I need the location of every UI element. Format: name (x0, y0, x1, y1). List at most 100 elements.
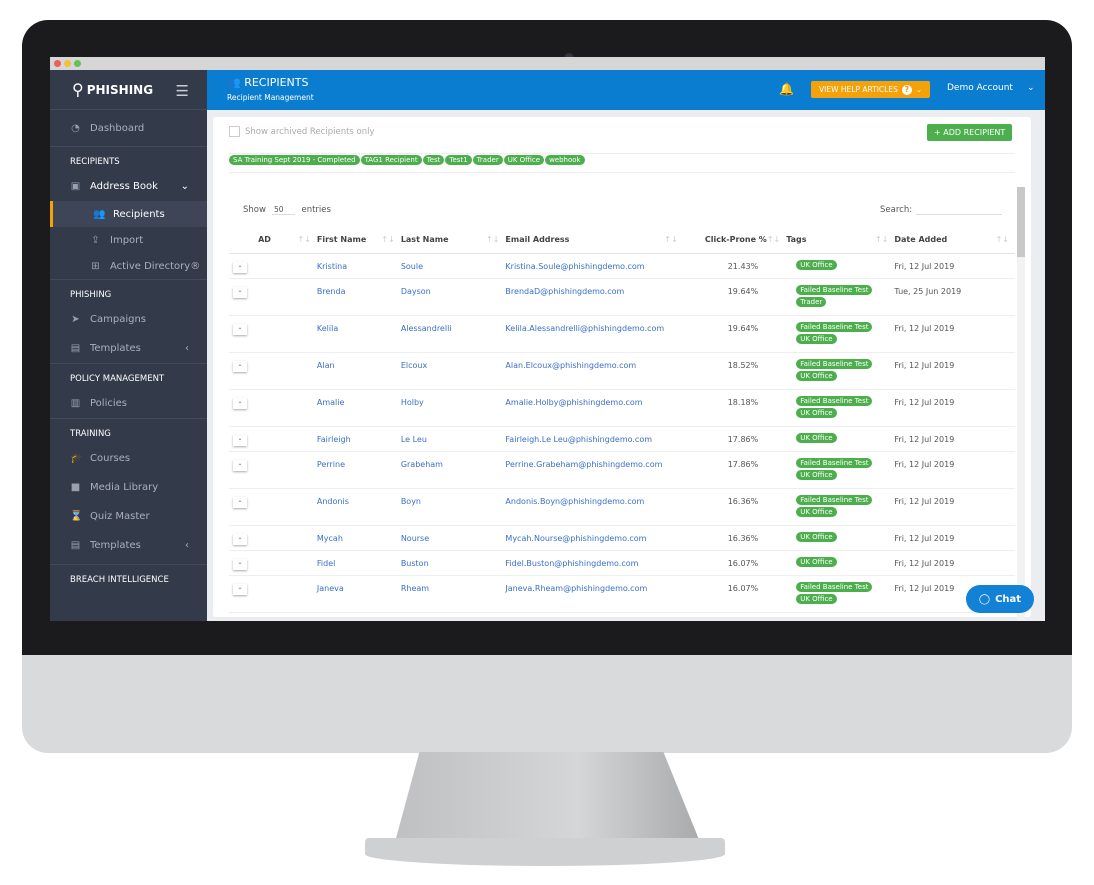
table-row[interactable]: ⌄ Mycah Nourse Mycah.Nourse@phishingdemo.co… (229, 525, 1015, 551)
first-name[interactable]: Kristina (316, 253, 401, 279)
table-row[interactable]: ⌄ Brenda Dayson BrendaD@phishingdemo.com 19.… (229, 278, 1015, 316)
sort-icon[interactable]: ↑↓ (664, 235, 677, 244)
sort-icon[interactable]: ↑↓ (875, 235, 888, 244)
expand-row-button[interactable]: ⌄ (233, 584, 247, 595)
last-name[interactable]: Dayson (400, 278, 506, 316)
email[interactable]: Alan.Elcoux@phishingdemo.com (505, 352, 684, 390)
email[interactable]: Mycah.Nourse@phishingdemo.com (505, 525, 684, 551)
tag-filter-list[interactable]: SA Training Sept 2019 - Completed TAG1 Re… (229, 153, 1015, 173)
scrollbar-thumb[interactable] (1017, 187, 1025, 257)
close-button[interactable] (54, 60, 61, 67)
first-name[interactable]: Mycah (316, 525, 401, 551)
email[interactable]: Fairleigh.Le Leu@phishingdemo.com (505, 426, 684, 452)
archived-checkbox[interactable]: Show archived Recipients only (229, 126, 375, 137)
scrollbar[interactable] (1017, 187, 1025, 621)
filter-tag[interactable]: UK Office (503, 155, 545, 165)
expand-row-button[interactable]: ⌄ (233, 435, 247, 446)
expand-row-button[interactable]: ⌄ (233, 324, 247, 335)
email[interactable]: Janeva.Rheam@phishingdemo.com (505, 575, 684, 613)
first-name[interactable]: Fidel (316, 550, 401, 576)
column-header[interactable]: Last Name ↑↓ (400, 227, 506, 254)
last-name[interactable]: Nourse (400, 525, 506, 551)
maximize-button[interactable] (74, 60, 81, 67)
sidebar-item-media-library[interactable]: ■ Media Library (50, 473, 207, 502)
last-name[interactable]: Elcoux (400, 352, 506, 390)
column-header[interactable]: First Name ↑↓ (316, 227, 401, 254)
sort-icon[interactable]: ↑↓ (996, 235, 1009, 244)
table-row[interactable]: ⌄ Perrine Grabeham Perrine.Grabeham@phishin… (229, 451, 1015, 489)
expand-row-button[interactable]: ⌄ (233, 497, 247, 508)
filter-tag[interactable]: webhook (545, 155, 585, 165)
sidebar-item-templates[interactable]: ▤ Templates ‹ (50, 334, 207, 363)
minimize-button[interactable] (64, 60, 71, 67)
table-row[interactable]: ⌄ Kristina Soule Kristina.Soule@phishingdem… (229, 253, 1015, 279)
last-name[interactable]: Buston (400, 550, 506, 576)
first-name[interactable]: Kelila (316, 315, 401, 353)
email[interactable]: Fidel.Buston@phishingdemo.com (505, 550, 684, 576)
column-header[interactable]: AD ↑↓ (258, 227, 317, 254)
help-articles-button[interactable]: VIEW HELP ARTICLES? ⌄ (811, 81, 931, 98)
sidebar-item-dashboard[interactable]: ◔ Dashboard (50, 110, 207, 146)
last-name[interactable]: Holby (400, 389, 506, 427)
filter-tag[interactable]: Test (422, 155, 445, 165)
table-row[interactable]: ⌄ Janeva Rheam Janeva.Rheam@phishingdemo.co… (229, 575, 1015, 613)
first-name[interactable]: Brenda (316, 278, 401, 316)
account-menu[interactable]: Demo Account ⌄ (947, 83, 1035, 93)
table-row[interactable]: ⌄ Fairleigh Le Leu Fairleigh.Le Leu@phishin… (229, 426, 1015, 452)
sidebar-item-campaigns[interactable]: ➤ Campaigns (50, 305, 207, 334)
email[interactable]: Kristina.Soule@phishingdemo.com (505, 253, 684, 279)
column-header[interactable]: Click-Prone % ↑↓ (683, 227, 787, 254)
table-row[interactable]: ⌄ Fidel Buston Fidel.Buston@phishingdemo.co… (229, 550, 1015, 576)
sidebar-item-quiz-master[interactable]: ⌛ Quiz Master (50, 502, 207, 531)
email[interactable]: Perrine.Grabeham@phishingdemo.com (505, 451, 684, 489)
table-row[interactable]: ⌄ Kelila Alessandrelli Kelila.Alessandrelli… (229, 315, 1015, 353)
sort-icon[interactable]: ↑↓ (486, 235, 499, 244)
table-row[interactable]: ⌄ Amalie Holby Amalie.Holby@phishingdemo.co… (229, 389, 1015, 427)
last-name[interactable]: Grabeham (400, 451, 506, 489)
expand-row-button[interactable]: ⌄ (233, 460, 247, 471)
table-row[interactable]: ⌄ Andonis Boyn Andonis.Boyn@phishingdemo.co… (229, 488, 1015, 526)
expand-row-button[interactable]: ⌄ (233, 534, 247, 545)
column-header[interactable]: Tags ↑↓ (786, 227, 895, 254)
last-name[interactable]: Soule (400, 253, 506, 279)
sort-icon[interactable]: ↑↓ (381, 235, 394, 244)
filter-tag[interactable]: Trader (472, 155, 503, 165)
sidebar-item-active-directory[interactable]: ⊞ Active Directory® (50, 253, 207, 279)
chat-button[interactable]: ◯ Chat (966, 585, 1034, 613)
logo[interactable]: ⚲ PHISHING ☰ (50, 70, 207, 110)
sort-icon[interactable]: ↑↓ (767, 235, 780, 244)
sidebar-item-training-templates[interactable]: ▤ Templates ‹ (50, 531, 207, 560)
checkbox[interactable] (229, 126, 240, 137)
expand-row-button[interactable]: ⌄ (233, 361, 247, 372)
sidebar-item-import[interactable]: ⇪ Import (50, 227, 207, 253)
last-name[interactable]: Le Leu (400, 426, 506, 452)
sort-icon[interactable]: ↑↓ (297, 235, 310, 244)
filter-tag[interactable]: SA Training Sept 2019 - Completed (229, 155, 360, 165)
column-header[interactable]: Date Added ↑↓ (894, 227, 1015, 254)
filter-tag[interactable]: TAG1 Recipient (360, 155, 422, 165)
first-name[interactable]: Janeva (316, 575, 401, 613)
first-name[interactable]: Perrine (316, 451, 401, 489)
first-name[interactable]: Amalie (316, 389, 401, 427)
entries-select[interactable]: 50 (271, 205, 296, 215)
expand-row-button[interactable]: ⌄ (233, 262, 247, 273)
email[interactable]: Andonis.Boyn@phishingdemo.com (505, 488, 684, 526)
email[interactable]: Amalie.Holby@phishingdemo.com (505, 389, 684, 427)
sidebar-item-recipients[interactable]: 👥 Recipients (50, 201, 207, 227)
add-recipient-button[interactable]: + ADD RECIPIENT (927, 124, 1013, 141)
first-name[interactable]: Fairleigh (316, 426, 401, 452)
sidebar-item-address-book[interactable]: ▣ Address Book ⌄ (50, 172, 207, 201)
email[interactable]: Kelila.Alessandrelli@phishingdemo.com (505, 315, 684, 353)
email[interactable]: BrendaD@phishingdemo.com (505, 278, 684, 316)
menu-icon[interactable]: ☰ (176, 82, 189, 100)
first-name[interactable]: Alan (316, 352, 401, 390)
filter-tag[interactable]: Test1 (445, 155, 472, 165)
column-header[interactable]: Email Address ↑↓ (505, 227, 684, 254)
last-name[interactable]: Alessandrelli (400, 315, 506, 353)
sidebar-item-courses[interactable]: 🎓 Courses (50, 444, 207, 473)
last-name[interactable]: Boyn (400, 488, 506, 526)
first-name[interactable]: Andonis (316, 488, 401, 526)
expand-row-button[interactable]: ⌄ (233, 287, 247, 298)
bell-icon[interactable]: 🔔 (779, 82, 794, 96)
search-input[interactable] (916, 205, 1003, 215)
